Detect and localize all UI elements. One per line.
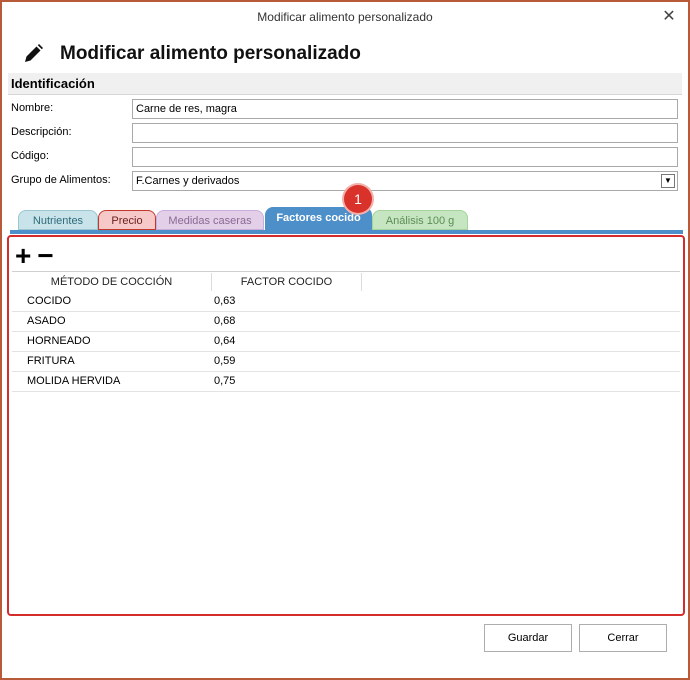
- table-row[interactable]: HORNEADO 0,64: [12, 331, 680, 352]
- tab-precio[interactable]: Precio: [98, 210, 156, 230]
- tab-analisis[interactable]: Análisis 100 g: [372, 210, 468, 230]
- name-field[interactable]: Carne de res, magra: [132, 99, 678, 119]
- tab-underline: [10, 230, 683, 234]
- code-field[interactable]: [132, 147, 678, 167]
- panel-toolbar: + −: [15, 242, 54, 270]
- tab-nutrientes[interactable]: Nutrientes: [18, 210, 98, 230]
- code-label: Código:: [11, 150, 49, 162]
- factor-cell: 0,75: [214, 375, 236, 387]
- table-row[interactable]: ASADO 0,68: [12, 311, 680, 332]
- description-row: Descripción:: [11, 123, 681, 145]
- step-badge: 1: [344, 185, 372, 213]
- column-header-method[interactable]: MÉTODO DE COCCIÓN: [12, 273, 212, 291]
- close-button[interactable]: Cerrar: [579, 624, 667, 652]
- dialog-window: Modificar alimento personalizado ✕ Modif…: [0, 0, 690, 680]
- tab-strip: Nutrientes Precio Medidas caseras Factor…: [18, 207, 678, 230]
- save-button[interactable]: Guardar: [484, 624, 572, 652]
- factor-cell: 0,59: [214, 355, 236, 367]
- dialog-header: Modificar alimento personalizado: [22, 40, 361, 68]
- code-row: Código:: [11, 147, 681, 169]
- method-cell: COCIDO: [27, 295, 71, 307]
- add-icon[interactable]: +: [15, 242, 31, 270]
- tab-medidas-caseras[interactable]: Medidas caseras: [156, 210, 264, 230]
- page-title: Modificar alimento personalizado: [60, 43, 361, 64]
- method-cell: FRITURA: [27, 355, 75, 367]
- method-cell: HORNEADO: [27, 335, 91, 347]
- pencil-icon: [25, 44, 43, 62]
- column-header-factor[interactable]: FACTOR COCIDO: [212, 273, 362, 291]
- food-group-label: Grupo de Alimentos:: [11, 174, 111, 186]
- table-row[interactable]: FRITURA 0,59: [12, 351, 680, 372]
- chevron-down-icon[interactable]: ▼: [661, 174, 675, 188]
- name-row: Nombre: Carne de res, magra: [11, 99, 681, 121]
- name-label: Nombre:: [11, 102, 54, 114]
- grid-divider: [12, 271, 680, 272]
- description-field[interactable]: [132, 123, 678, 143]
- description-label: Descripción:: [11, 126, 72, 138]
- food-group-value: F.Carnes y derivados: [136, 175, 240, 187]
- method-cell: MOLIDA HERVIDA: [27, 375, 121, 387]
- factor-cell: 0,64: [214, 335, 236, 347]
- table-row[interactable]: COCIDO 0,63: [12, 291, 680, 312]
- method-cell: ASADO: [27, 315, 66, 327]
- identification-section-title: Identificación: [8, 73, 682, 95]
- close-icon[interactable]: ✕: [660, 8, 678, 26]
- title-bar: Modificar alimento personalizado: [2, 2, 688, 32]
- factor-cell: 0,68: [214, 315, 236, 327]
- table-row[interactable]: MOLIDA HERVIDA 0,75: [12, 371, 680, 392]
- factor-cell: 0,63: [214, 295, 236, 307]
- food-group-select[interactable]: F.Carnes y derivados ▼: [132, 171, 678, 191]
- window-title: Modificar alimento personalizado: [257, 10, 433, 24]
- remove-icon[interactable]: −: [37, 242, 53, 270]
- cooking-factors-panel: + − MÉTODO DE COCCIÓN FACTOR COCIDO COCI…: [7, 235, 685, 616]
